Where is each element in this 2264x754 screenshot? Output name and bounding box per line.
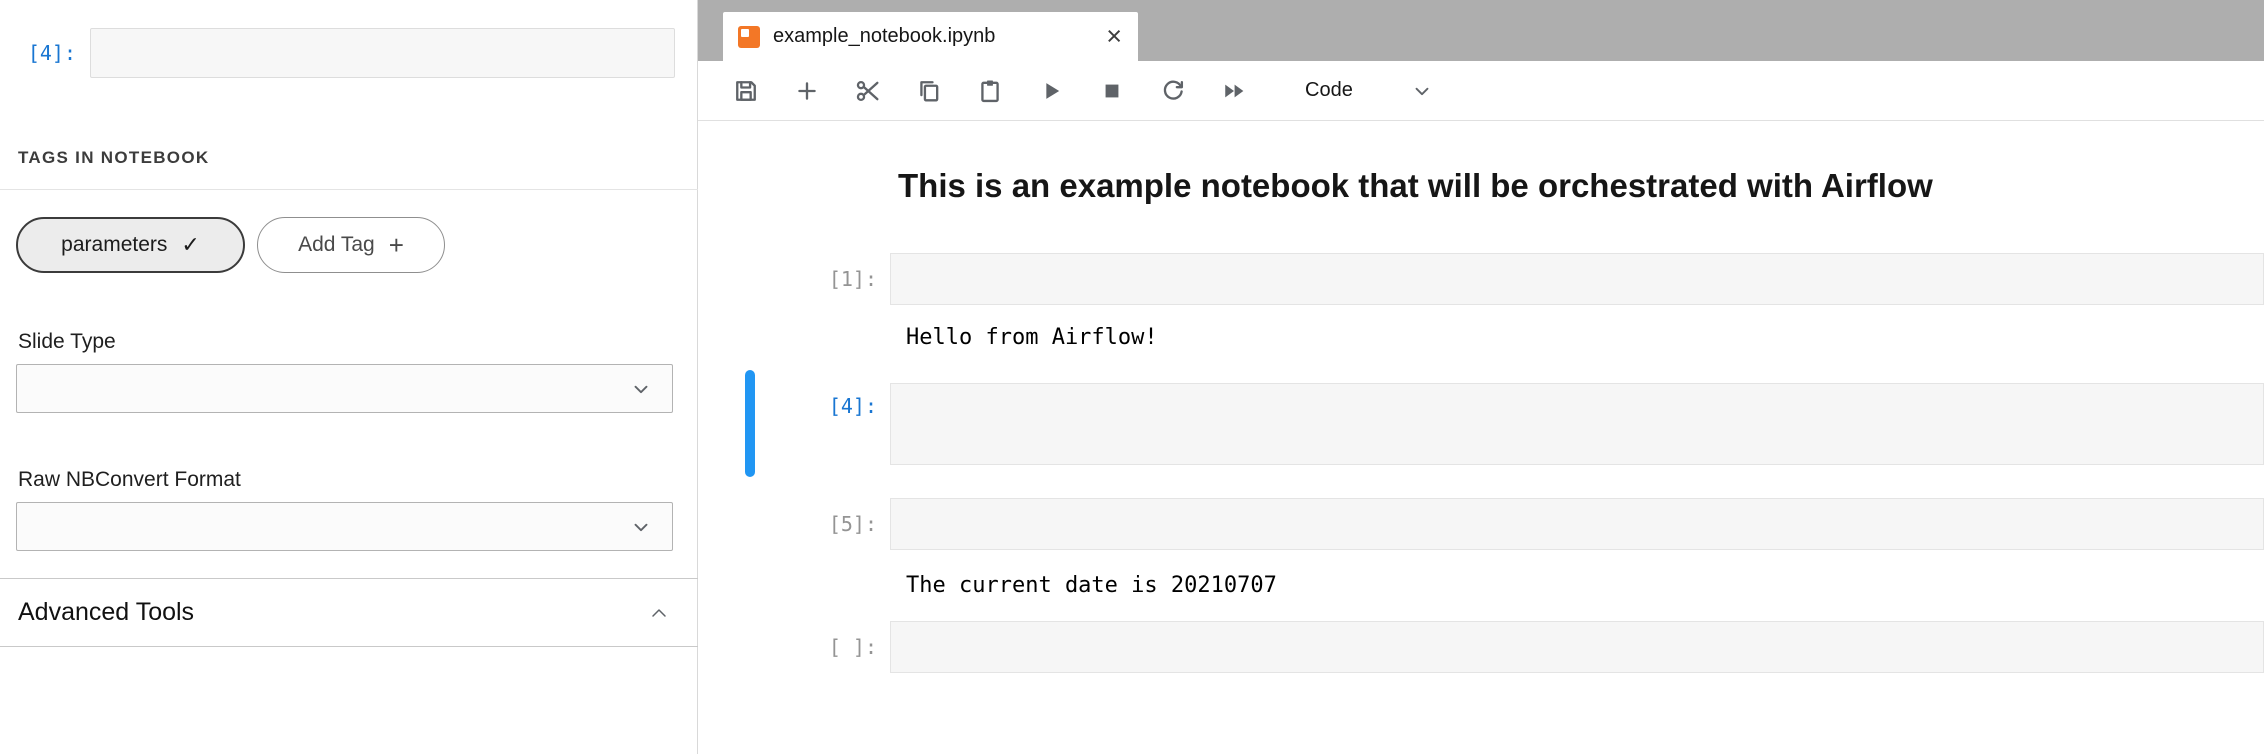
tag-parameters-label: parameters <box>61 233 167 257</box>
plus-icon: + <box>389 232 404 258</box>
scissors-icon <box>854 77 882 105</box>
add-tag-label: Add Tag <box>298 233 375 257</box>
notebook-toolbar: Code <box>698 61 2264 121</box>
clipboard-icon <box>976 77 1004 105</box>
advanced-tools-label: Advanced Tools <box>18 598 194 627</box>
code-cell-input[interactable]: print("Hello from Airflow!") <box>890 253 2264 305</box>
stop-icon <box>1098 77 1126 105</box>
copy-cells-button[interactable] <box>911 72 947 110</box>
restart-kernel-button[interactable] <box>1155 72 1191 110</box>
insert-cell-button[interactable] <box>789 72 825 110</box>
tags-in-notebook-header: TAGS IN NOTEBOOK <box>18 148 209 168</box>
jupyterlab-window: [4]: #This cell has parameters TAGS IN N… <box>0 0 2264 754</box>
close-icon[interactable]: × <box>1106 23 1122 50</box>
advanced-tools-section-header[interactable]: Advanced Tools <box>0 579 698 646</box>
cell-prompt: [ ]: <box>698 621 877 673</box>
run-button[interactable] <box>1033 72 1069 110</box>
notebook-icon <box>737 25 761 49</box>
cell-prompt: [5]: <box>698 498 877 550</box>
refresh-icon <box>1159 77 1187 105</box>
cell-output: The current date is 20210707 <box>906 565 1277 607</box>
active-cell-prompt: [4]: <box>0 28 76 78</box>
tab-example-notebook[interactable]: example_notebook.ipynb × <box>723 12 1138 61</box>
tab-title: example_notebook.ipynb <box>773 25 1096 48</box>
chevron-down-icon <box>630 378 652 400</box>
paste-cells-button[interactable] <box>972 72 1008 110</box>
plus-icon <box>793 77 821 105</box>
chevron-up-icon <box>650 606 668 620</box>
save-button[interactable] <box>728 72 764 110</box>
cell-output: Hello from Airflow! <box>906 317 1158 359</box>
slide-type-label: Slide Type <box>18 330 116 354</box>
raw-nbconvert-label: Raw NBConvert Format <box>18 468 241 492</box>
main-area: example_notebook.ipynb × <box>698 0 2264 754</box>
notebook-tools-panel: [4]: #This cell has parameters TAGS IN N… <box>0 0 698 754</box>
section-divider <box>0 646 698 647</box>
cell-type-value: Code <box>1305 79 1353 102</box>
interrupt-kernel-button[interactable] <box>1094 72 1130 110</box>
cell-type-dropdown[interactable]: Code <box>1305 79 1433 102</box>
checkmark-icon: ✓ <box>181 232 199 258</box>
raw-nbconvert-select[interactable] <box>16 502 673 551</box>
markdown-heading-cell[interactable]: This is an example notebook that will be… <box>898 167 1933 205</box>
chevron-down-icon <box>1411 80 1433 102</box>
code-cell-input-empty[interactable] <box>890 621 2264 673</box>
notebook-content: This is an example notebook that will be… <box>698 121 2264 754</box>
floppy-icon <box>732 77 760 105</box>
cell-prompt: [4]: <box>698 383 877 430</box>
tag-parameters[interactable]: parameters ✓ <box>16 217 245 273</box>
chevron-down-icon <box>630 516 652 538</box>
code-cell-input[interactable]: print("The current date is", execution_d… <box>890 498 2264 550</box>
tab-bar: example_notebook.ipynb × <box>698 0 2264 61</box>
cut-cells-button[interactable] <box>850 72 886 110</box>
cell-prompt: [1]: <box>698 253 877 305</box>
slide-type-select[interactable] <box>16 364 673 413</box>
restart-run-all-button[interactable] <box>1216 72 1252 110</box>
play-icon <box>1037 77 1065 105</box>
active-cell-preview-editor[interactable]: #This cell has parameters <box>90 28 675 78</box>
fast-forward-icon <box>1220 77 1248 105</box>
code-cell-input[interactable]: #This cell has parameters execution_date… <box>890 383 2264 465</box>
copy-icon <box>915 77 943 105</box>
section-divider <box>0 189 698 190</box>
add-tag-button[interactable]: Add Tag + <box>257 217 445 273</box>
